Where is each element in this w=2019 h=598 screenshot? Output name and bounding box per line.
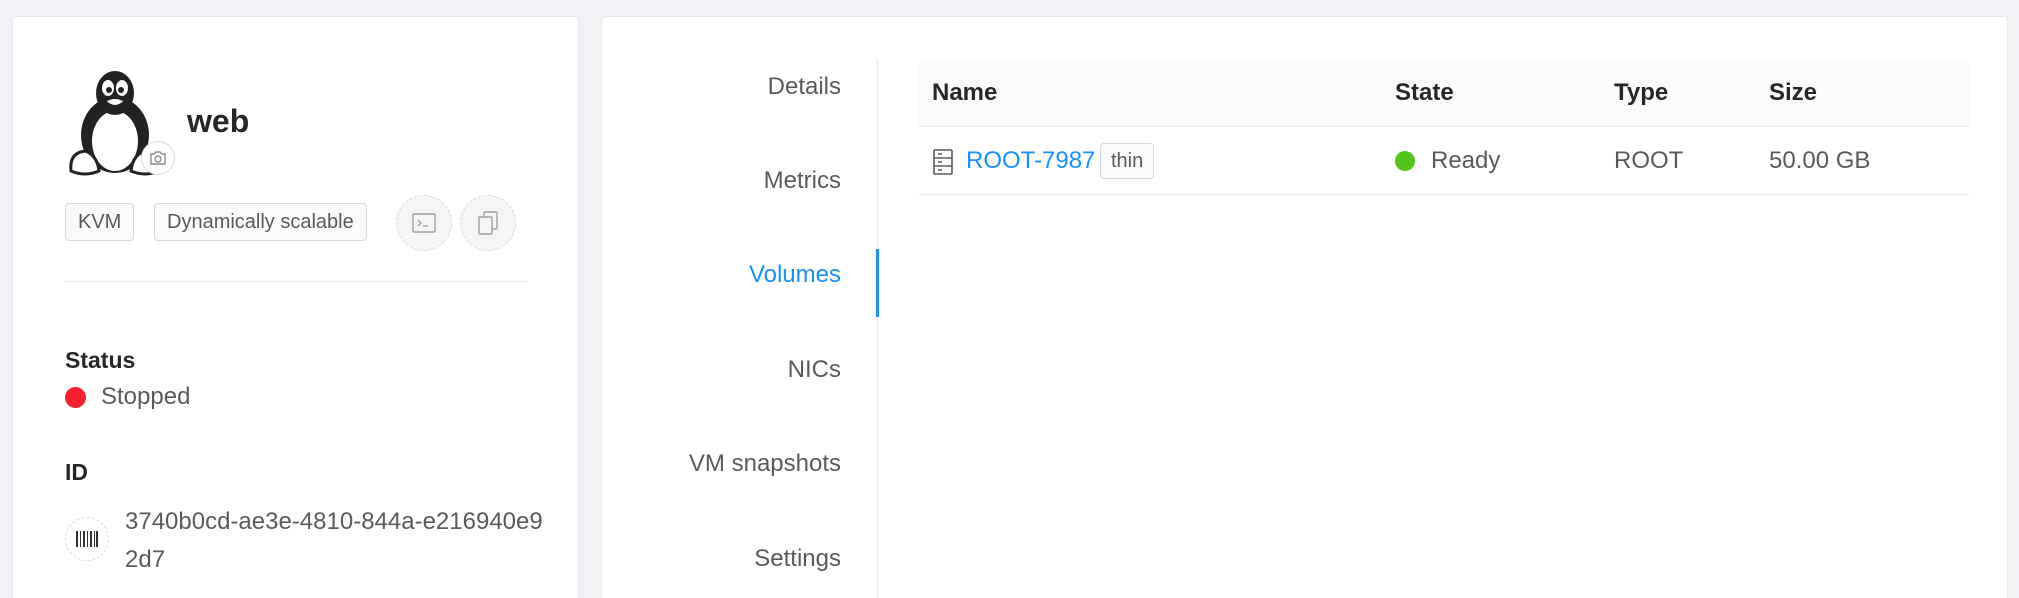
active-tab-indicator [876,249,879,317]
tab-details[interactable]: Details [768,73,841,101]
state-ready-dot [1395,151,1415,171]
vm-tabs-card: Details Metrics Volumes NICs VM snapshot… [601,16,2008,598]
vm-info-card: web KVM Dynamically scalable Status Stop… [12,16,579,598]
view-console-button[interactable] [396,195,452,251]
vm-name: web [187,103,250,139]
column-header-state[interactable]: State [1395,59,1454,127]
console-icon [412,213,436,233]
column-header-size[interactable]: Size [1769,59,1817,127]
status-value: Stopped [101,383,191,410]
vm-id-value: 3740b0cd-ae3e-4810-844a-e216940e92d7 [125,508,543,573]
copy-icon [478,211,498,235]
tab-metrics[interactable]: Metrics [764,167,841,195]
column-header-name[interactable]: Name [932,59,997,127]
status-stopped-dot [65,387,86,408]
volume-size: 50.00 GB [1769,147,1871,174]
copy-id-button[interactable] [65,517,109,561]
dynamically-scalable-tag: Dynamically scalable [154,203,367,241]
hypervisor-tag: KVM [65,203,135,241]
tab-settings[interactable]: Settings [754,545,841,573]
table-header: Name State Type Size [918,59,1970,127]
tab-vm-snapshots[interactable]: VM snapshots [689,450,841,478]
id-label: ID [65,459,88,485]
vertical-tab-nav: Details Metrics Volumes NICs VM snapshot… [602,59,879,598]
os-logo-wrapper [65,67,175,187]
volume-storage-icon [933,149,953,175]
volume-type: ROOT [1614,147,1684,174]
tab-volumes[interactable]: Volumes [749,261,841,289]
column-header-type[interactable]: Type [1614,59,1668,127]
volumes-table: Name State Type Size ROOT-7987 thin Read… [918,59,1970,195]
section-divider [65,281,527,282]
tab-nics[interactable]: NICs [788,356,841,384]
provisioning-tag: thin [1100,143,1155,179]
volume-name-link[interactable]: ROOT-7987 [966,127,1095,195]
status-label: Status [65,347,136,373]
volume-state: Ready [1431,147,1501,174]
table-row: ROOT-7987 thin Ready ROOT 50.00 GB [918,127,1970,195]
copy-console-url-button[interactable] [460,195,516,251]
barcode-icon [76,531,98,547]
camera-icon [150,151,166,165]
take-snapshot-button[interactable] [141,141,175,175]
